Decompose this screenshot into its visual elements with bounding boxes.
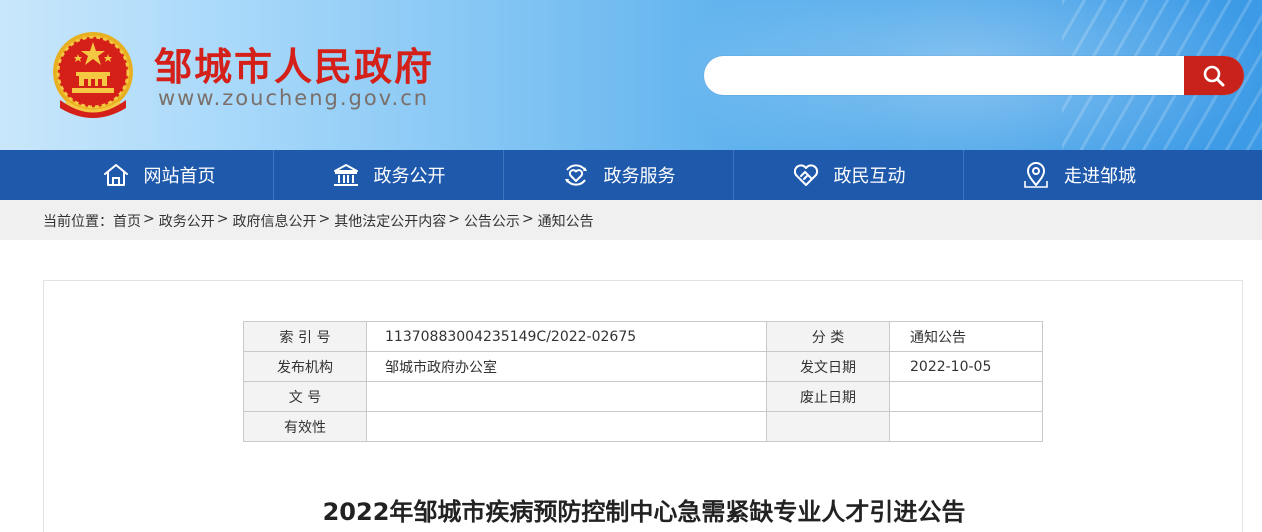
nav-item-label: 政务公开 — [373, 166, 446, 187]
nav-item-government-services[interactable]: 政务服务 — [504, 150, 734, 200]
article-title: 2022年邹城市疾病预防控制中心急需紧缺专业人才引进公告 — [322, 498, 966, 526]
table-row: 发布机构 邹城市政府办公室 发文日期 2022-10-05 — [243, 351, 1043, 382]
breadcrumb-separator: > — [448, 211, 460, 227]
nav-item-label: 网站首页 — [143, 166, 216, 187]
meta-value: 11370883004235149C/2022-02675 — [366, 321, 767, 352]
breadcrumb-link[interactable]: 政府信息公开 — [232, 211, 316, 231]
nav-item-label: 政务服务 — [603, 166, 676, 187]
breadcrumb-separator: > — [521, 211, 534, 227]
breadcrumb-separator: > — [143, 211, 155, 227]
breadcrumb-link[interactable]: 政务公开 — [159, 211, 215, 231]
meta-key — [766, 411, 890, 442]
nav-item-home[interactable]: 网站首页 — [44, 150, 274, 200]
meta-value: 通知公告 — [889, 321, 1043, 352]
table-row: 文 号 废止日期 — [243, 381, 1043, 412]
meta-key: 有效性 — [243, 411, 367, 442]
site-url: www.zoucheng.gov.cn — [158, 86, 430, 110]
nav-item-government-affairs[interactable]: 政务公开 — [274, 150, 504, 200]
breadcrumb-link[interactable]: 公告公示 — [464, 211, 520, 231]
site-title: 邹城市人民政府 — [154, 45, 435, 89]
search-box — [704, 56, 1244, 95]
meta-key: 文 号 — [243, 381, 367, 412]
table-row: 有效性 — [243, 411, 1043, 442]
breadcrumb-separator: > — [216, 211, 229, 227]
meta-key: 发布机构 — [243, 351, 367, 382]
heart-service-icon — [564, 164, 587, 186]
search-button[interactable] — [1184, 56, 1244, 95]
handshake-icon — [793, 164, 818, 186]
location-pin-icon — [1024, 162, 1048, 188]
table-row: 索 引 号 11370883004235149C/2022-02675 分 类 … — [243, 321, 1043, 352]
breadcrumb-link[interactable]: 首页 — [113, 211, 141, 231]
breadcrumb-link[interactable]: 通知公告 — [538, 211, 594, 231]
meta-value — [366, 411, 767, 442]
meta-key: 发文日期 — [766, 351, 890, 382]
nav-item-label: 走进邹城 — [1064, 166, 1136, 187]
breadcrumb-link[interactable]: 其他法定公开内容 — [334, 211, 446, 231]
meta-value — [889, 411, 1043, 442]
breadcrumb-bar: 当前位置： 首页 > 政务公开 > 政府信息公开 > 其他法定公开内容 > 公告公示 > … — [0, 200, 1262, 240]
site-header: 邹城市人民政府 www.zoucheng.gov.cn — [0, 0, 1262, 150]
home-icon — [103, 164, 128, 186]
breadcrumb-prefix: 当前位置： — [43, 214, 113, 230]
search-input[interactable] — [704, 56, 1184, 95]
meta-key: 索 引 号 — [243, 321, 367, 352]
meta-value: 2022-10-05 — [889, 351, 1043, 382]
meta-value — [889, 381, 1043, 412]
search-icon — [1203, 65, 1225, 86]
national-emblem-icon — [53, 32, 133, 118]
meta-value — [366, 381, 767, 412]
meta-key: 废止日期 — [766, 381, 890, 412]
nav-item-label: 政民互动 — [833, 166, 906, 187]
nav-item-about-zoucheng[interactable]: 走进邹城 — [964, 150, 1194, 200]
breadcrumb-separator: > — [318, 211, 331, 227]
meta-value: 邹城市政府办公室 — [366, 351, 767, 382]
breadcrumb: 当前位置： 首页 > 政务公开 > 政府信息公开 > 其他法定公开内容 > 公告公示 > … — [43, 211, 594, 231]
main-nav: 网站首页 政务公开 政务服务 政民互动 走进邹城 — [0, 150, 1262, 200]
meta-key: 分 类 — [766, 321, 890, 352]
document-meta-table: 索 引 号 11370883004235149C/2022-02675 分 类 … — [243, 321, 1043, 442]
nav-item-interaction[interactable]: 政民互动 — [734, 150, 964, 200]
government-building-icon — [333, 164, 358, 186]
